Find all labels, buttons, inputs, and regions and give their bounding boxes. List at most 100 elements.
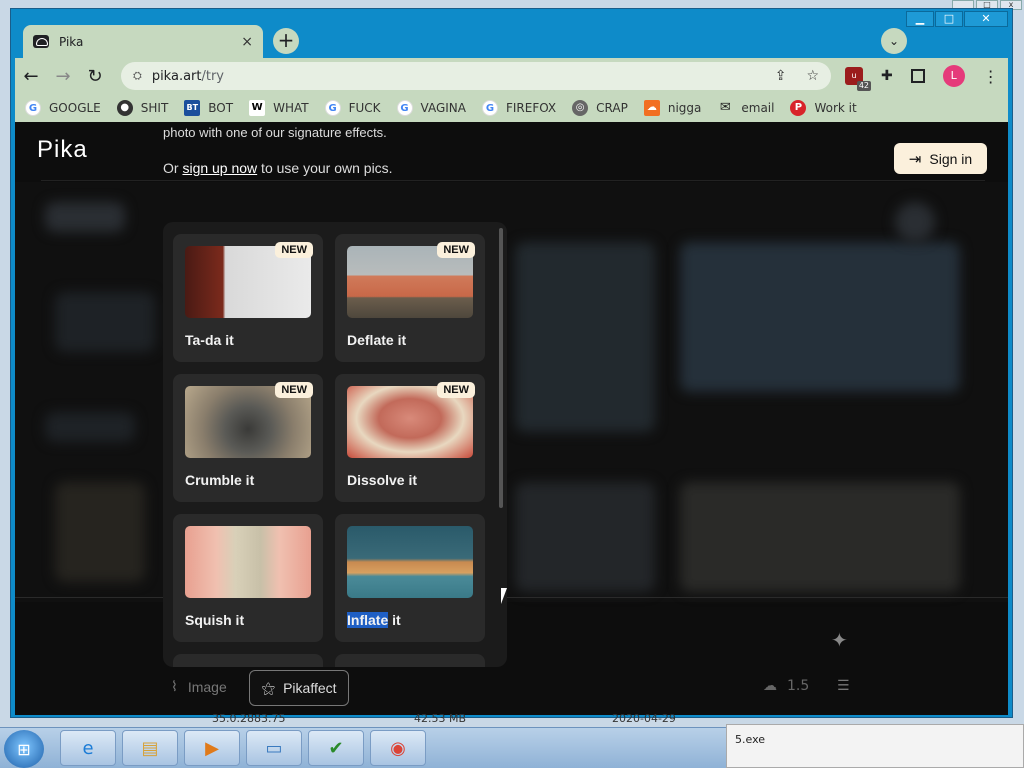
intro-text: Or sign up now to use your own pics. — [163, 160, 393, 176]
bookmark-item[interactable]: ● SHIT — [116, 100, 169, 116]
profile-avatar[interactable]: L — [942, 65, 965, 87]
effect-label: Deflate it — [347, 332, 407, 348]
start-button[interactable]: ⊞ — [4, 730, 44, 768]
bookmark-label: GOOGLE — [49, 101, 101, 115]
bookmark-label: nigga — [667, 101, 702, 115]
google-icon: G — [324, 100, 341, 116]
internet-explorer-icon: e — [82, 737, 94, 759]
side-panel-icon[interactable] — [910, 69, 925, 83]
tab-title: Pika — [59, 34, 84, 49]
cloud-icon: ☁ — [763, 678, 777, 694]
effect-card-partial[interactable] — [335, 654, 485, 667]
bg-size-text: 42.53 MB — [414, 712, 467, 725]
bookmark-item[interactable]: ◎ CRAP — [572, 100, 628, 116]
bookmark-item[interactable]: P Work it — [790, 100, 857, 116]
bookmark-item[interactable]: W WHAT — [249, 100, 309, 116]
ublock-extension-icon[interactable]: u 42 — [845, 67, 871, 91]
image-label: Image — [187, 678, 227, 695]
pikaffect-effects-panel: NEW Ta-da it NEW Deflate it NEW Crumble … — [163, 222, 507, 667]
header-divider — [41, 180, 985, 181]
effect-card-crumble[interactable]: NEW Crumble it — [173, 374, 323, 502]
selected-text: Inflate — [347, 612, 389, 628]
minimize-button[interactable]: ▁ — [906, 11, 934, 27]
bookmark-label: FIREFOX — [505, 101, 557, 115]
mail-icon: ✉ — [719, 100, 731, 115]
sparkle-plus-icon[interactable]: ✦ — [831, 628, 848, 652]
chrome-icon: ◉ — [390, 737, 406, 759]
bookmark-item[interactable]: G FUCK — [324, 100, 381, 116]
bookmark-item[interactable]: G GOOGLE — [25, 100, 101, 116]
bookmark-item[interactable]: G VAGINA — [396, 100, 466, 116]
effect-card-ta-da[interactable]: NEW Ta-da it — [173, 234, 323, 362]
intro-prefix: Or — [163, 160, 183, 176]
pika-favicon-icon — [33, 35, 49, 48]
reload-icon[interactable]: ↻ — [79, 66, 111, 87]
google-icon: G — [396, 100, 413, 116]
tab-search-button[interactable]: ⌄ — [881, 28, 907, 54]
effect-card-deflate[interactable]: NEW Deflate it — [335, 234, 485, 362]
sign-in-icon: ⇥ — [908, 150, 922, 168]
taskbar-installer-button[interactable]: ✔ — [308, 730, 364, 766]
folder-icon: ▤ — [141, 737, 159, 759]
notification-popup[interactable]: 5.exe — [726, 724, 1024, 768]
bookmark-item[interactable]: ✉ email — [717, 100, 775, 116]
site-info-icon[interactable]: ⛭ — [133, 69, 142, 83]
forward-arrow-icon[interactable]: → — [47, 66, 79, 87]
media-player-icon: ▶ — [205, 737, 219, 759]
bookmark-label: Work it — [814, 101, 857, 115]
pikaffect-label: Pikaffect — [283, 680, 337, 696]
bookmark-label: SHIT — [140, 101, 169, 115]
pikaffect-button[interactable]: ⚝ Pikaffect — [249, 670, 349, 706]
bg-date-text: 2020-04-29 — [612, 712, 676, 725]
taskbar-chrome-button[interactable]: ◉ — [370, 730, 426, 766]
notification-title: 5.exe — [735, 733, 766, 746]
pika-logo[interactable]: Pika — [37, 136, 88, 164]
pika-page: photo with one of our signature effects.… — [15, 122, 1008, 715]
pinterest-icon: P — [790, 100, 807, 116]
taskbar-explorer-button[interactable]: ▤ — [122, 730, 178, 766]
panel-scrollbar[interactable] — [499, 228, 503, 508]
bookmark-star-icon[interactable]: ☆ — [806, 68, 819, 84]
google-icon: G — [481, 100, 498, 116]
address-bar[interactable]: ⛭ pika.art /try ⇪ ☆ — [121, 62, 831, 90]
bookmark-label: email — [741, 101, 775, 115]
sign-up-link[interactable]: sign up now — [182, 160, 257, 176]
browser-tab[interactable]: Pika × — [23, 25, 263, 58]
new-badge: NEW — [437, 242, 475, 258]
maximize-button[interactable]: □ — [935, 11, 963, 27]
effect-card-dissolve[interactable]: NEW Dissolve it — [335, 374, 485, 502]
new-tab-button[interactable]: + — [273, 28, 299, 54]
close-tab-icon[interactable]: × — [241, 34, 253, 50]
extensions-puzzle-icon[interactable]: ✚ — [881, 68, 893, 84]
app-window-icon: ▭ — [265, 737, 283, 759]
bookmark-item[interactable]: ☁ nigga — [643, 100, 702, 116]
bookmarks-bar: G GOOGLE ● SHIT BT BOT W WHAT G FUCK G VAGINA … — [15, 94, 1008, 122]
taskbar-app-button[interactable]: ▭ — [246, 730, 302, 766]
credits-value: 1.5 — [787, 678, 810, 694]
bg-version-text: 35.0.2883.75 — [212, 712, 286, 725]
back-arrow-icon[interactable]: ← — [15, 66, 47, 87]
chrome-window: ▁ □ ✕ Pika × + ⌄ ← → ↻ ⛭ pika.art /try ⇪… — [10, 8, 1013, 718]
sign-in-button[interactable]: ⇥ Sign in — [894, 143, 987, 174]
bookmark-label: FUCK — [348, 101, 381, 115]
extensions-area: u 42 ✚ L ⋮ — [845, 65, 999, 91]
effect-thumbnail — [347, 526, 473, 598]
taskbar-media-button[interactable]: ▶ — [184, 730, 240, 766]
bookmark-item[interactable]: BT BOT — [184, 100, 233, 116]
kebab-menu-icon[interactable]: ⋮ — [983, 67, 999, 86]
share-icon[interactable]: ⇪ — [775, 68, 787, 84]
effect-card-partial[interactable] — [173, 654, 323, 667]
close-window-button[interactable]: ✕ — [964, 11, 1008, 27]
taskbar-ie-button[interactable]: e — [60, 730, 116, 766]
url-host: pika.art — [151, 68, 202, 84]
image-upload-button[interactable]: ⌇ Image — [171, 678, 227, 695]
intro-suffix: to use your own pics. — [257, 160, 393, 176]
magic-wand-icon: ⚝ — [261, 679, 276, 696]
bookmark-item[interactable]: G FIREFOX — [481, 100, 557, 116]
effect-card-squish[interactable]: Squish it — [173, 514, 323, 642]
effect-label: Inflate it — [347, 612, 401, 628]
label-rest: it — [388, 612, 401, 628]
settings-sliders-icon[interactable]: ☰ — [837, 678, 850, 694]
bookmark-label: WHAT — [273, 101, 309, 115]
effect-card-inflate[interactable]: Inflate it — [335, 514, 485, 642]
